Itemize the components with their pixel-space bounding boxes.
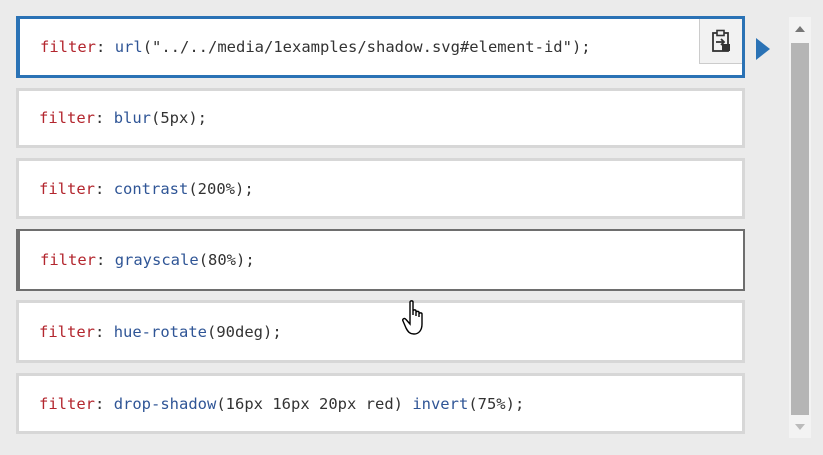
property-name: filter <box>40 38 96 56</box>
function-args: (90deg); <box>207 322 282 341</box>
filter-example-hue-rotate[interactable]: filter: hue-rotate (90deg); <box>16 300 745 363</box>
function-args: ("../../media/1examples/shadow.svg#eleme… <box>142 38 591 56</box>
hand-pointer-icon <box>402 300 428 340</box>
colon: : <box>96 251 106 269</box>
colon: : <box>95 322 105 341</box>
filter-example-list: filter: url ("../../media/1examples/shado… <box>16 16 746 444</box>
colon: : <box>95 109 105 127</box>
function-name: hue-rotate <box>113 322 208 341</box>
scrollbar-thumb[interactable] <box>791 43 809 415</box>
chevron-down-icon <box>795 424 805 430</box>
property-name: filter <box>39 394 95 413</box>
chevron-up-icon <box>795 26 805 32</box>
filter-example-url[interactable]: filter: url ("../../media/1examples/shado… <box>16 16 745 78</box>
property-name: filter <box>39 109 95 127</box>
function-name: drop-shadow <box>113 394 217 413</box>
function-args: (200%); <box>188 179 254 198</box>
function-args: (80%); <box>198 251 255 269</box>
property-name: filter <box>40 251 96 269</box>
filter-example-blur[interactable]: filter: blur (5px); <box>16 88 745 148</box>
colon: : <box>96 38 106 56</box>
filter-example-drop-shadow[interactable]: filter: drop-shadow (16px 16px 20px red) … <box>16 373 745 434</box>
scroll-up-button[interactable] <box>789 17 811 41</box>
triangle-right-icon <box>756 38 770 60</box>
vertical-scrollbar[interactable] <box>789 17 811 438</box>
filter-example-contrast[interactable]: filter: contrast (200%); <box>16 158 745 219</box>
filter-example-grayscale[interactable]: filter: grayscale (80%); <box>16 229 745 291</box>
function-args: (75%); <box>468 394 525 413</box>
colon: : <box>95 179 105 198</box>
property-name: filter <box>39 322 95 341</box>
property-name: filter <box>39 179 95 198</box>
colon: : <box>95 394 105 413</box>
function-name: contrast <box>113 179 189 198</box>
function-args: (5px); <box>151 109 208 127</box>
function-name: url <box>114 38 143 56</box>
function-name: invert <box>412 394 469 413</box>
function-name: blur <box>113 109 152 127</box>
copy-button[interactable] <box>699 19 742 64</box>
scroll-down-button[interactable] <box>789 416 811 438</box>
clipboard-icon <box>712 29 730 52</box>
function-name: grayscale <box>114 251 199 269</box>
function-args: (16px 16px 20px red) <box>216 394 413 413</box>
